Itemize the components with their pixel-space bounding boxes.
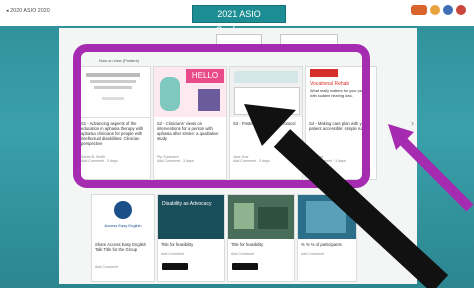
annotation-arrows [244, 104, 474, 288]
purple-arrow-icon [388, 124, 474, 212]
